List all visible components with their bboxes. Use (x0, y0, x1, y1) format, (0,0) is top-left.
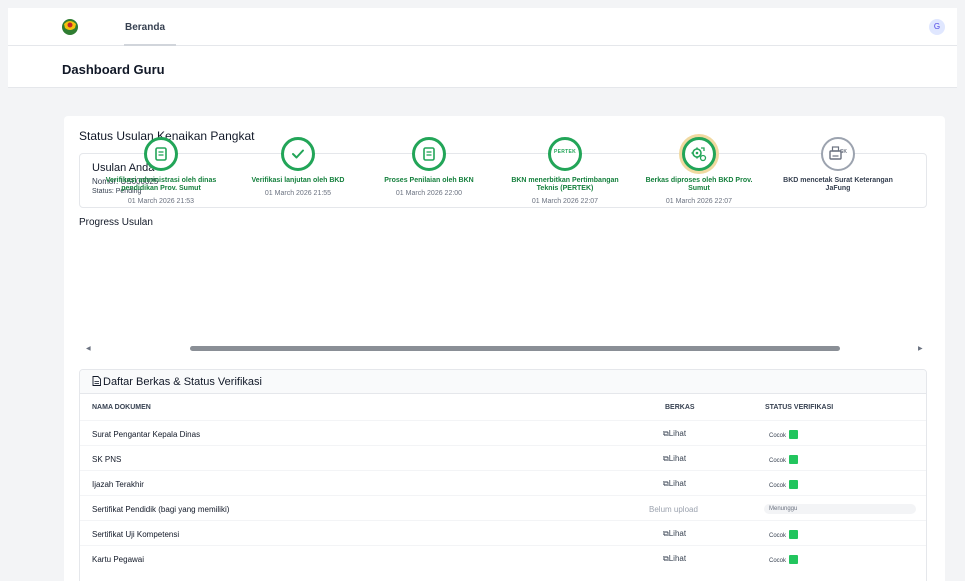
pertek-stamp-icon: PERTEK (548, 137, 582, 171)
column-status-verifikasi: STATUS VERIFIKASI (765, 404, 834, 411)
check-icon (292, 149, 304, 159)
verification-status: Cocok (769, 455, 799, 465)
progress-title: Progress Usulan (79, 217, 153, 228)
sk-badge: SK (840, 149, 847, 155)
step-label: BKD mencetak Surat Keterangan JaFung (783, 177, 893, 192)
document-icon (155, 147, 167, 161)
checkmark-icon (789, 480, 799, 489)
step-date: 01 March 2026 21:53 (127, 198, 195, 205)
table-row: Surat Pengantar Kepala Dinas ⧉Lihat Coco… (80, 420, 926, 445)
view-file-link[interactable]: ⧉Lihat (663, 529, 686, 539)
table-title: Daftar Berkas & Status Verifikasi (103, 376, 262, 388)
berkas-table: Daftar Berkas & Status Verifikasi NAMA D… (79, 369, 927, 581)
table-row: SK PNS ⧉Lihat Cocok (80, 445, 926, 470)
document-name: SK PNS (92, 455, 122, 464)
step-label: Proses Penilaian oleh BKN (384, 177, 474, 184)
document-name: Surat Pengantar Kepala Dinas (92, 430, 201, 439)
checkmark-icon (789, 555, 799, 564)
view-file-link[interactable]: ⧉Lihat (663, 554, 686, 564)
step-label: Verifikasi lanjutan oleh BKD (251, 177, 345, 184)
status-pill-menunggu: Menunggu (764, 504, 916, 514)
view-file-link[interactable]: ⧉Lihat (663, 429, 686, 439)
user-avatar[interactable]: G (929, 19, 945, 35)
page-title: Dashboard Guru (62, 62, 165, 77)
verification-status: Cocok (769, 430, 799, 440)
horizontal-scrollbar-thumb[interactable] (190, 346, 840, 351)
scroll-left-arrow-icon[interactable]: ◀ (86, 345, 91, 352)
printer-icon (829, 146, 842, 160)
step-label: BKN menerbitkan Pertimbangan Teknis (PER… (511, 177, 619, 192)
table-header: Daftar Berkas & Status Verifikasi (80, 370, 926, 394)
file-icon (92, 376, 101, 386)
table-row: Sertifikat Pendidik (bagi yang memiliki)… (80, 495, 926, 520)
step-date: 01 March 2026 22:00 (395, 190, 463, 197)
step-date: 01 March 2026 21:55 (264, 190, 332, 197)
verification-status: Cocok (769, 530, 799, 540)
document-icon (423, 147, 435, 161)
province-logo-icon[interactable] (60, 16, 80, 36)
table-row: Ijazah Terakhir ⧉Lihat Cocok (80, 470, 926, 495)
view-file-link[interactable]: ⧉Lihat (663, 479, 686, 489)
document-name: Ijazah Terakhir (92, 480, 144, 489)
column-nama-dokumen: NAMA DOKUMEN (92, 404, 151, 411)
column-berkas: BERKAS (665, 404, 695, 411)
checkmark-icon (789, 455, 799, 464)
document-name: Kartu Pegawai (92, 555, 145, 564)
document-name: Sertifikat Uji Kompetensi (92, 530, 180, 539)
progress-step-6: SK BKD mencetak Surat Keterangan JaFung (773, 137, 903, 198)
top-navbar: Beranda G (8, 8, 957, 46)
checkmark-icon (789, 530, 799, 539)
table-row: Kartu Pegawai ⧉Lihat Cocok (80, 545, 926, 570)
step-label: Verifikasi administrasi oleh dinas pendi… (105, 177, 217, 192)
view-file-link[interactable]: ⧉Lihat (663, 454, 686, 464)
not-uploaded-text: Belum upload (649, 505, 698, 514)
page-header: Dashboard Guru (8, 46, 957, 88)
step-label: Berkas diproses oleh BKD Prov. Sumut (645, 177, 753, 192)
step-date: 01 March 2026 22:07 (531, 198, 599, 205)
scroll-right-arrow-icon[interactable]: ▶ (918, 345, 923, 352)
progress-step-3: Proses Penilaian oleh BKN 01 March 2026 … (364, 137, 494, 197)
progress-step-4: PERTEK BKN menerbitkan Pertimbangan Tekn… (500, 137, 630, 205)
verification-status: Cocok (769, 480, 799, 490)
document-name: Sertifikat Pendidik (bagi yang memiliki) (92, 505, 230, 514)
progress-step-5: Berkas diproses oleh BKD Prov. Sumut 01 … (634, 137, 764, 205)
nav-tab-beranda[interactable]: Beranda (125, 22, 165, 33)
progress-step-2: Verifikasi lanjutan oleh BKD 01 March 20… (233, 137, 363, 197)
checkmark-icon (789, 430, 799, 439)
verification-status: Cocok (769, 555, 799, 565)
progress-step-1: Verifikasi administrasi oleh dinas pendi… (96, 137, 226, 205)
table-row: Sertifikat Uji Kompetensi ⧉Lihat Cocok (80, 520, 926, 545)
step-date: 01 March 2026 22:07 (665, 198, 733, 205)
gear-process-icon (691, 147, 707, 162)
